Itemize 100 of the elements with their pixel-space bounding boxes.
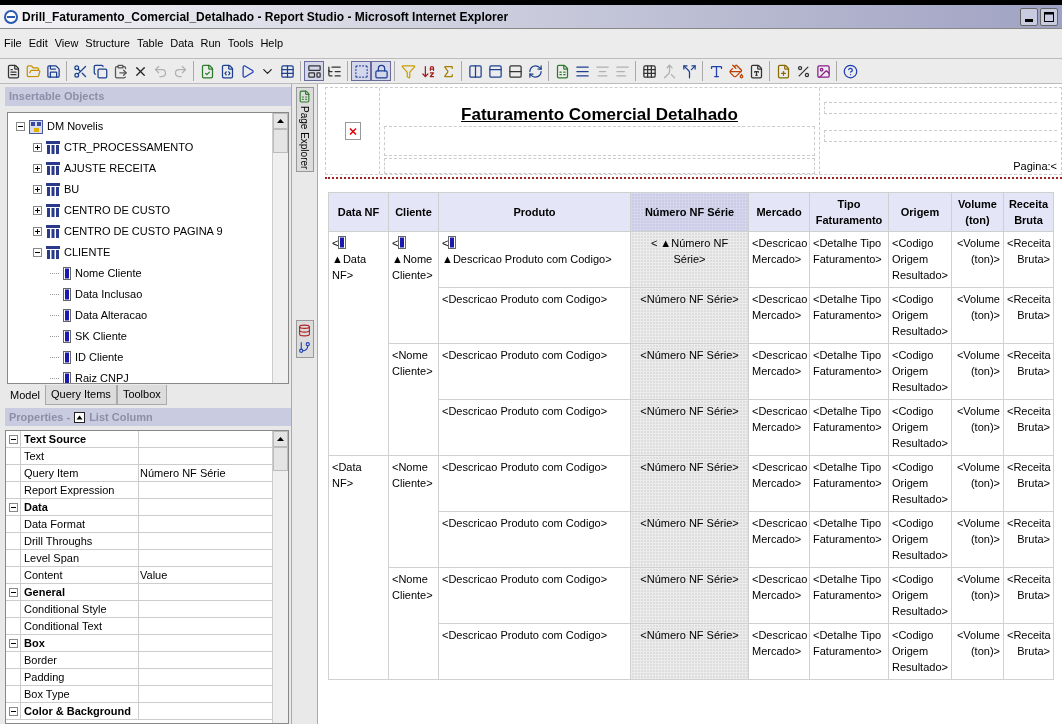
tree-item[interactable]: CENTRO DE CUSTO PAGINA 9 [64, 223, 223, 240]
image-icon [815, 63, 831, 79]
expand-icon[interactable] [33, 143, 42, 152]
property-name: Level Span [21, 550, 139, 566]
property-name: Text [21, 448, 139, 464]
scroll-thumb[interactable] [273, 129, 288, 153]
table-cell: <Descricao Mercado> [748, 231, 810, 288]
collapse-icon[interactable] [8, 638, 18, 648]
expand-icon[interactable] [33, 227, 42, 236]
column-header[interactable]: Mercado [748, 192, 810, 232]
menu-item[interactable]: View [54, 35, 79, 52]
tree-item[interactable]: Data Inclusao [75, 286, 143, 303]
column-header[interactable]: Data NF [328, 192, 389, 232]
collapse-icon[interactable] [16, 122, 25, 131]
menu-item[interactable]: Structure [85, 35, 130, 52]
query-explorer-button[interactable] [298, 324, 311, 338]
tree-item[interactable]: Nome Cliente [75, 265, 142, 282]
property-name: Query Item [21, 465, 139, 481]
panel-tab[interactable]: Query Items [44, 385, 117, 405]
property-group[interactable]: Data [21, 499, 139, 515]
menu-item[interactable]: Help [260, 35, 284, 52]
table-cell: <Descricao Mercado> [748, 623, 810, 680]
paste-icon [112, 63, 128, 79]
expand-icon[interactable] [33, 164, 42, 173]
table-cell: <Receita Bruta> [1003, 287, 1054, 344]
table-cell: <Detalhe Tipo Faturamento> [809, 511, 889, 568]
expand-icon[interactable] [33, 206, 42, 215]
collapse-icon[interactable] [8, 706, 18, 716]
collapse-icon[interactable] [8, 434, 18, 444]
collapse-icon[interactable] [8, 587, 18, 597]
split-icon [681, 63, 697, 79]
maximize-button[interactable] [1040, 7, 1058, 26]
boundary-button[interactable] [351, 61, 371, 81]
column-header[interactable]: Volume (ton) [951, 192, 1004, 232]
table-cell: <Descricao Mercado> [748, 399, 810, 456]
table-cell: <Descricao Mercado> [748, 287, 810, 344]
scroll-up-icon [277, 119, 284, 123]
cell-text: < [332, 237, 339, 249]
table-cell: <Detalhe Tipo Faturamento> [809, 399, 889, 456]
package-icon [29, 119, 43, 134]
tree-item[interactable]: SK Cliente [75, 328, 127, 345]
scroll-up-button[interactable] [273, 113, 288, 129]
table-cell: <Codigo Origem Resultado> [888, 455, 952, 512]
view-tabular-icon [279, 63, 295, 79]
cut-icon [72, 63, 88, 79]
property-value[interactable]: Número NF Série [139, 465, 227, 481]
tree-item[interactable]: CLIENTE [64, 244, 111, 261]
scroll-up-button[interactable] [273, 431, 288, 447]
save-icon [45, 63, 61, 79]
table-icon [46, 141, 60, 154]
property-group[interactable]: Box [21, 635, 139, 651]
tree-item[interactable]: CENTRO DE CUSTO [64, 202, 171, 219]
tree-item[interactable]: Data Alteracao [75, 307, 148, 324]
tree-item[interactable]: DM Novelis [47, 118, 104, 135]
column-header[interactable]: Produto [438, 192, 631, 232]
tree-item[interactable]: Raiz CNPJ [75, 370, 129, 383]
table-cell: <Descricao Mercado> [748, 455, 810, 512]
minimize-button[interactable] [1020, 7, 1038, 26]
database-icon [298, 324, 311, 338]
column-header[interactable]: Tipo Faturamento [809, 192, 889, 232]
tree-item[interactable]: BU [64, 181, 80, 198]
property-group[interactable]: Text Source [21, 431, 139, 447]
table-cell: <Número NF Série> [630, 399, 749, 456]
collapse-icon[interactable] [33, 248, 42, 257]
property-group[interactable]: Color & Background [21, 703, 139, 719]
tree-item[interactable]: CTR_PROCESSAMENTO [64, 139, 194, 156]
property-name: Border [21, 652, 139, 668]
condition-explorer-button[interactable] [298, 341, 311, 355]
property-group[interactable]: General [21, 584, 139, 600]
scrollbar[interactable] [272, 113, 288, 383]
menu-item[interactable]: Tools [227, 35, 254, 52]
footer-icon [507, 63, 523, 79]
insert-icon [775, 63, 791, 79]
panel-tab[interactable]: Toolbox [116, 385, 167, 405]
panel-title: Properties - [9, 409, 71, 425]
table-cell: <Codigo Origem Resultado> [888, 623, 952, 680]
cell-text: < [392, 237, 399, 249]
menu-item[interactable]: Data [170, 35, 194, 52]
lock-button[interactable] [371, 61, 391, 81]
menu-item[interactable]: Run [200, 35, 221, 52]
menu-item[interactable]: Table [137, 35, 164, 52]
column-header[interactable]: Número NF Série [630, 192, 749, 232]
collapse-icon[interactable] [8, 502, 18, 512]
tree-item[interactable]: AJUSTE RECEITA [64, 160, 157, 177]
scrollbar[interactable] [272, 431, 288, 723]
expand-icon[interactable] [33, 185, 42, 194]
table-cell: <Número NF Série> [630, 455, 749, 512]
column-header[interactable]: Receita Bruta [1003, 192, 1054, 232]
tree-item[interactable]: ID Cliente [75, 349, 124, 366]
property-name: Content [21, 567, 139, 583]
property-value[interactable]: Value [139, 567, 169, 583]
property-name: Report Expression [21, 482, 139, 498]
scroll-thumb[interactable] [273, 447, 288, 471]
column-header[interactable]: Origem [888, 192, 952, 232]
menu-item[interactable]: Edit [28, 35, 48, 52]
menu-item[interactable]: File [4, 35, 22, 52]
page-design-button[interactable] [304, 61, 324, 81]
data-item-icon [63, 351, 71, 364]
column-header[interactable]: Cliente [388, 192, 439, 232]
page-explorer-tab[interactable]: Page Explorer [295, 87, 314, 173]
